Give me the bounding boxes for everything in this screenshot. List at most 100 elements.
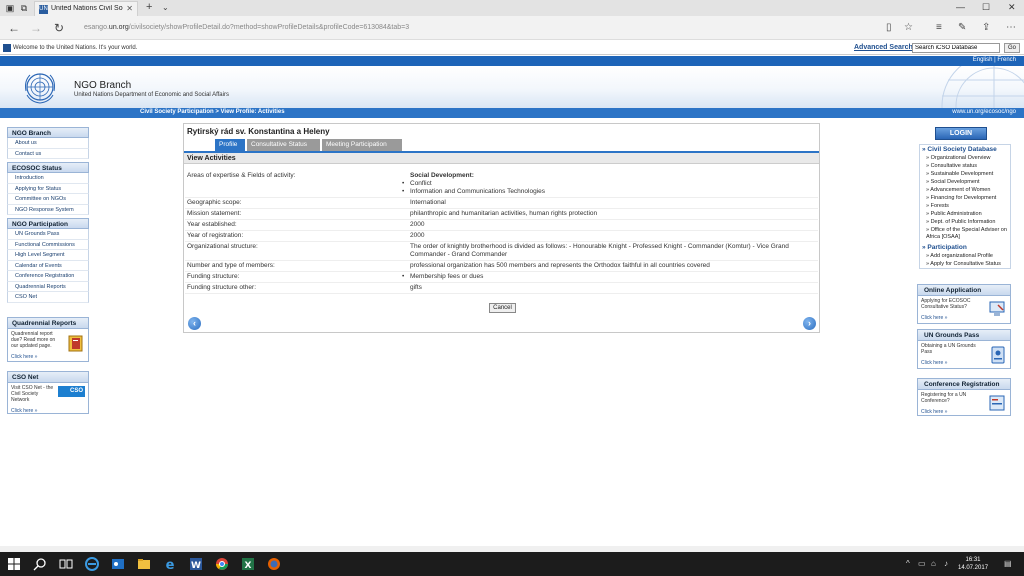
svg-text:e: e (166, 558, 175, 572)
back-arrow-icon[interactable]: ← (8, 21, 20, 35)
nav-section-ngo-branch: NGO Branch (7, 127, 89, 138)
civil-society-database-link[interactable]: » Civil Society Database (920, 145, 1010, 154)
nav-item-functional-commissions[interactable]: Functional Commissions (7, 239, 89, 250)
language-links[interactable]: English | French (973, 57, 1016, 63)
maximize-icon[interactable]: ☐ (982, 2, 990, 13)
tab-list-chevron-icon[interactable]: ⌄ (162, 3, 169, 12)
breadcrumb[interactable]: Civil Society Participation > View Profi… (140, 109, 285, 115)
right-nav-item[interactable]: » Dept. of Public Information (920, 218, 1010, 226)
quadrennial-reports-box: Quadrennial Reports Quadrennial report d… (7, 317, 89, 362)
nav-section-ecosoc-status: ECOSOC Status (7, 162, 89, 173)
nav-item-un-grounds-pass[interactable]: UN Grounds Pass (7, 229, 89, 240)
tab-profile[interactable]: Profile (215, 139, 245, 151)
organization-name: Rytirský rád sv. Konstantina a Heleny (187, 127, 330, 136)
nav-item-cso-net[interactable]: CSO Net (7, 292, 89, 303)
tab-preview-icon[interactable]: ⧉ (18, 2, 30, 14)
share-icon[interactable]: ⇪ (982, 22, 990, 33)
row-value: professional organization has 500 member… (410, 262, 710, 269)
cancel-button[interactable]: Cancel (489, 303, 516, 313)
search-icon[interactable] (32, 556, 48, 572)
minimize-icon[interactable]: — (956, 2, 965, 12)
area-bullet: Conflict (402, 180, 816, 188)
web-note-icon[interactable]: ✎ (958, 22, 966, 33)
nav-item-contact-us[interactable]: Contact us (7, 148, 89, 159)
nav-item-conference-registration[interactable]: Conference Registration (7, 271, 89, 282)
chrome-icon[interactable] (214, 556, 230, 572)
nav-item-ngo-response-system[interactable]: NGO Response System (7, 204, 89, 215)
click-here-link[interactable]: Click here » (8, 405, 88, 417)
right-nav-item[interactable]: » Advancement of Women (920, 186, 1010, 194)
online-application-box: Online Application Applying for ECOSOC C… (917, 284, 1011, 324)
row-value: Membership fees or dues (402, 272, 818, 282)
url-domain: un.org (108, 24, 129, 31)
internet-explorer-icon[interactable]: e (162, 556, 178, 572)
new-tab-icon[interactable]: + (146, 1, 152, 13)
org-title: NGO Branch (74, 80, 132, 91)
row-value: 2000 (410, 221, 425, 228)
close-window-icon[interactable]: ✕ (1008, 2, 1016, 13)
login-button[interactable]: LOGIN (935, 127, 987, 140)
row-value: International (410, 199, 446, 206)
browser-tab[interactable]: UN United Nations Civil Soc ✕ (34, 1, 138, 16)
box-text: Applying for ECOSOC Consultative Status? (921, 298, 971, 310)
task-view-icon[interactable] (58, 556, 74, 572)
system-clock[interactable]: 16:31 14.07.2017 (958, 556, 988, 572)
right-nav-item[interactable]: » Apply for Consultative Status (920, 260, 1010, 268)
participation-link[interactable]: » Participation (920, 243, 1010, 252)
tab-meeting-participation[interactable]: Meeting Participation (322, 139, 402, 151)
right-nav-item[interactable]: » Consultative status (920, 162, 1010, 170)
forward-arrow-icon[interactable]: → (30, 21, 42, 35)
reading-view-icon[interactable]: ▯ (886, 22, 892, 33)
excel-icon[interactable]: X (240, 556, 256, 572)
go-button[interactable]: Go (1004, 43, 1020, 53)
outlook-icon[interactable] (110, 556, 126, 572)
nav-item-high-level-segment[interactable]: High Level Segment (7, 250, 89, 261)
next-arrow-icon[interactable]: › (803, 317, 816, 330)
nav-item-about-us[interactable]: About us (7, 138, 89, 149)
nav-item-calendar-of-events[interactable]: Calendar of Events (7, 260, 89, 271)
right-nav-item[interactable]: » Add organizational Profile (920, 252, 1010, 260)
registration-form-icon (989, 395, 1005, 411)
close-tab-icon[interactable]: ✕ (126, 4, 133, 13)
click-here-link[interactable]: Click here » (8, 351, 88, 363)
nav-item-introduction[interactable]: Introduction (7, 173, 89, 184)
tab-actions-icon[interactable]: ▣ (4, 2, 16, 14)
battery-icon[interactable]: ▭ (918, 559, 926, 568)
url-path: /civilsociety/showProfileDetail.do?metho… (128, 24, 410, 31)
search-input[interactable] (912, 43, 1000, 53)
nav-item-applying-for-status[interactable]: Applying for Status (7, 183, 89, 194)
word-icon[interactable]: W (188, 556, 204, 572)
windows-start-icon[interactable] (6, 556, 22, 572)
right-nav-item[interactable]: » Financing for Development (920, 194, 1010, 202)
url-field[interactable]: esango.un.org/civilsociety/showProfileDe… (84, 24, 409, 31)
right-nav-item[interactable]: » Social Development (920, 178, 1010, 186)
box-title: Quadrennial Reports (8, 318, 88, 329)
previous-arrow-icon[interactable]: ‹ (188, 317, 201, 330)
firefox-icon[interactable] (266, 556, 282, 572)
notifications-icon[interactable]: ▤ (1004, 559, 1012, 568)
refresh-icon[interactable]: ↻ (54, 21, 64, 35)
row-value: gifts (410, 284, 422, 291)
right-nav-item[interactable]: » Office of the Special Adviser on Afric… (920, 226, 1010, 241)
table-row: Mission statement: philanthropic and hum… (185, 209, 818, 220)
advanced-search-link[interactable]: Advanced Search (854, 44, 913, 51)
browser-tab-bar: ▣ ⧉ UN United Nations Civil Soc ✕ + ⌄ — … (0, 0, 1024, 16)
box-title: CSO Net (8, 372, 88, 383)
row-label: Organizational structure: (187, 243, 258, 250)
tab-consultative-status[interactable]: Consultative Status (247, 139, 320, 151)
edge-browser-icon[interactable] (84, 556, 100, 572)
favorite-star-icon[interactable]: ☆ (904, 22, 913, 33)
right-nav-item[interactable]: » Sustainable Development (920, 170, 1010, 178)
tray-chevron-icon[interactable]: ^ (906, 559, 910, 568)
file-explorer-icon[interactable] (136, 556, 152, 572)
right-nav-item[interactable]: » Organizational Overview (920, 154, 1010, 162)
nav-item-quadrennial-reports[interactable]: Quadrennial Reports (7, 281, 89, 292)
hub-icon[interactable]: ≡ (936, 22, 942, 33)
network-icon[interactable]: ⌂ (931, 559, 936, 568)
right-nav-item[interactable]: » Public Administration (920, 210, 1010, 218)
nav-item-committee-on-ngos[interactable]: Committee on NGOs (7, 194, 89, 205)
more-icon[interactable]: ⋯ (1006, 22, 1016, 33)
left-nav: NGO Branch About us Contact us ECOSOC St… (7, 127, 89, 303)
volume-icon[interactable]: ♪ (944, 559, 948, 568)
right-nav-item[interactable]: » Forests (920, 202, 1010, 210)
